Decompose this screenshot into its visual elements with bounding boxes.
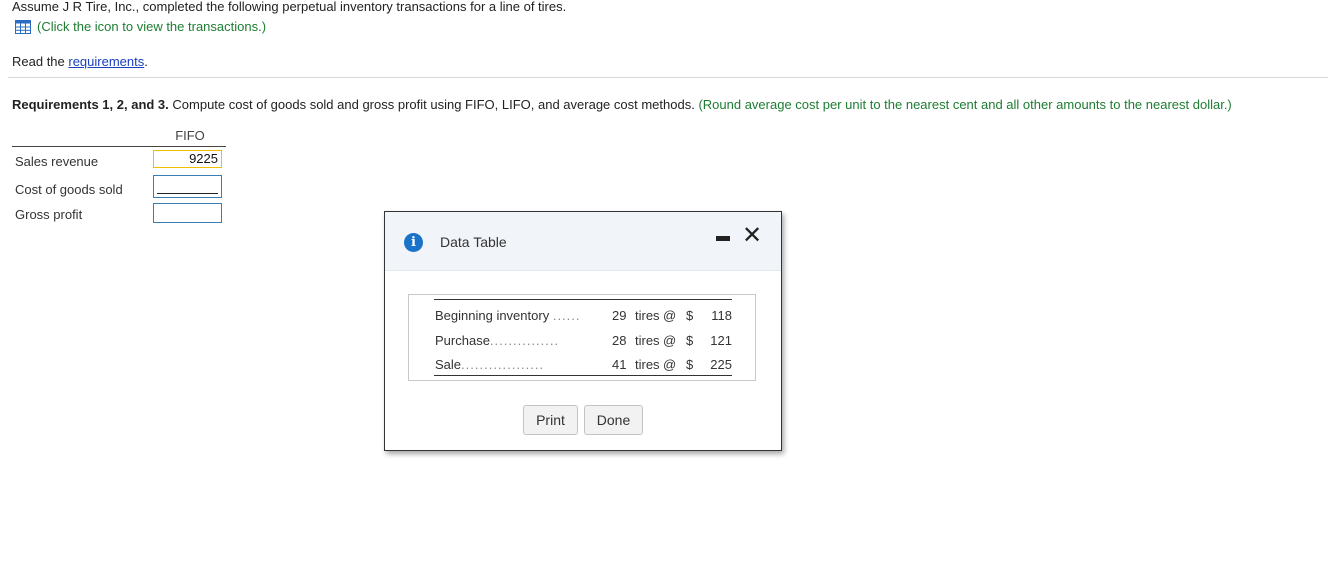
gross-profit-input[interactable] [153, 203, 222, 223]
transactions-table: Beginning inventory ...... 29 tires @ $ … [408, 294, 756, 381]
click-instruction: (Click the icon to view the transactions… [37, 19, 267, 34]
row-price: 225 [710, 357, 732, 372]
sales-revenue-label: Sales revenue [15, 154, 99, 169]
row-qty: 29 [612, 308, 627, 323]
header-rule [12, 146, 226, 147]
done-button[interactable]: Done [584, 405, 643, 435]
row-price: 118 [711, 308, 732, 323]
data-table-dialog: i Data Table ✕ Beginning inventory .....… [384, 211, 782, 451]
dialog-title: Data Table [440, 234, 507, 250]
row-name: Beginning inventory ...... [435, 308, 581, 323]
view-transactions-link[interactable]: (Click the icon to view the transactions… [15, 19, 266, 34]
requirements-heading: Requirements 1, 2, and 3. [12, 97, 169, 112]
sales-revenue-value: 9225 [153, 150, 222, 168]
fifo-column-header: FIFO [175, 128, 205, 143]
cogs-label: Cost of goods sold [15, 182, 123, 197]
table-top-rule [434, 299, 732, 300]
row-currency: $ [686, 308, 694, 323]
row-unit: tires [635, 357, 660, 372]
minimize-icon[interactable] [716, 236, 730, 241]
row-price: 121 [710, 333, 732, 348]
close-icon[interactable]: ✕ [742, 223, 762, 247]
requirements-link[interactable]: requirements [68, 54, 144, 69]
row-currency: $ [686, 333, 694, 348]
intro-text: Assume J R Tire, Inc., completed the fol… [12, 0, 567, 14]
row-qty: 41 [612, 357, 627, 372]
print-button[interactable]: Print [523, 405, 578, 435]
table-row: Sale.................. 41 tires @ $ 225 [409, 357, 757, 377]
row-at: @ [663, 333, 677, 348]
gross-profit-label: Gross profit [15, 207, 83, 222]
read-requirements-line: Read the requirements. [12, 54, 148, 69]
rounding-note: (Round average cost per unit to the near… [694, 97, 1232, 112]
table-row: Purchase............... 28 tires @ $ 121 [409, 333, 757, 353]
requirements-text: Requirements 1, 2, and 3. Compute cost o… [12, 97, 1232, 112]
row-unit: tires [635, 333, 660, 348]
row-at: @ [663, 357, 677, 372]
row-currency: $ [686, 357, 694, 372]
row-unit: tires [635, 308, 660, 323]
row-name: Purchase............... [435, 333, 560, 348]
dialog-header[interactable]: i Data Table ✕ [385, 212, 781, 271]
info-icon: i [404, 233, 423, 252]
row-name: Sale.................. [435, 357, 545, 372]
requirements-body: Compute cost of goods sold and gross pro… [168, 97, 695, 112]
table-row: Beginning inventory ...... 29 tires @ $ … [409, 308, 757, 328]
cogs-input[interactable] [153, 175, 222, 198]
read-prefix: Read the [12, 54, 69, 69]
section-divider [8, 77, 1328, 78]
row-qty: 28 [612, 333, 627, 348]
table-bottom-rule [434, 375, 732, 376]
row-at: @ [663, 308, 677, 323]
read-suffix: . [144, 54, 148, 69]
table-icon[interactable] [15, 19, 31, 34]
